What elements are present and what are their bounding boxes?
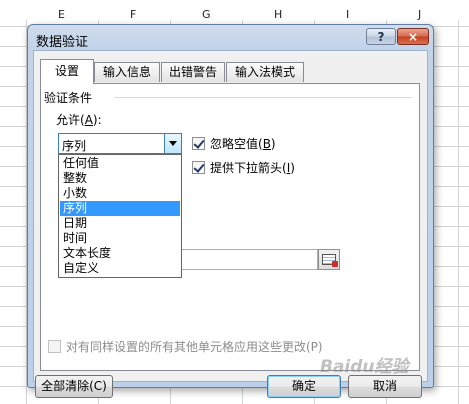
chevron-down-icon	[169, 141, 177, 146]
column-headers: E F G H I J	[0, 0, 469, 21]
close-button[interactable]: ×	[397, 28, 429, 45]
help-button[interactable]: ?	[366, 28, 396, 45]
ignore-blank-checkbox[interactable]	[192, 137, 205, 150]
allow-option-time[interactable]: 时间	[60, 231, 180, 246]
allow-option-text-length[interactable]: 文本长度	[60, 246, 180, 261]
tab-settings[interactable]: 设置	[40, 59, 94, 84]
allow-combobox[interactable]: 序列	[58, 133, 182, 154]
allow-label: 允许(A):	[56, 113, 102, 127]
allow-option-decimal[interactable]: 小数	[60, 186, 180, 201]
group-divider	[114, 97, 412, 98]
allow-dropdown-list: 任何值 整数 小数 序列 日期 时间 文本长度 自定义	[58, 154, 182, 278]
column-header-j[interactable]: J	[418, 8, 421, 21]
range-select-button[interactable]	[318, 249, 340, 270]
column-header-h[interactable]: H	[274, 8, 282, 21]
validation-criteria-label: 验证条件	[44, 91, 93, 105]
ok-button[interactable]: 确定	[267, 375, 341, 398]
dialog-client-area: 设置 输入信息 出错警告 输入法模式 验证条件 允许(A): 序列 任何值 整数…	[33, 50, 428, 398]
close-icon: ×	[407, 30, 419, 44]
clear-all-button[interactable]: 全部清除(C)	[35, 375, 113, 398]
dialog-title: 数据验证	[36, 35, 89, 50]
apply-all-label: 对有同样设置的所有其他单元格应用这些更改(P)	[66, 340, 323, 354]
tab-input-message[interactable]: 输入信息	[94, 62, 160, 82]
data-validation-dialog: 数据验证 ? × 设置 输入信息 出错警告 输入法模式 验证条件 允许(A): …	[27, 24, 434, 398]
in-cell-dropdown-checkbox[interactable]	[192, 161, 205, 174]
combobox-dropdown-button[interactable]	[164, 134, 181, 153]
allow-option-date[interactable]: 日期	[60, 216, 180, 231]
cancel-button[interactable]: 取消	[348, 375, 422, 398]
column-header-g[interactable]: G	[202, 8, 211, 21]
allow-combobox-value: 序列	[62, 139, 87, 153]
column-header-i[interactable]: I	[346, 8, 349, 21]
allow-option-list[interactable]: 序列	[60, 201, 180, 216]
allow-option-any-value[interactable]: 任何值	[60, 156, 180, 171]
column-header-f[interactable]: F	[130, 8, 136, 21]
source-input[interactable]	[182, 249, 318, 270]
ignore-blank-label: 忽略空值(B)	[210, 137, 276, 151]
tab-ime-mode[interactable]: 输入法模式	[226, 62, 304, 82]
help-icon: ?	[377, 30, 385, 44]
tab-error-alert[interactable]: 出错警告	[161, 62, 225, 82]
allow-option-whole-number[interactable]: 整数	[60, 171, 180, 186]
column-header-e[interactable]: E	[58, 8, 65, 21]
allow-option-custom[interactable]: 自定义	[60, 261, 180, 276]
in-cell-dropdown-label: 提供下拉箭头(I)	[210, 161, 295, 175]
range-select-icon	[322, 254, 338, 267]
baidu-watermark: Baidu经验	[320, 357, 409, 377]
apply-all-checkbox[interactable]	[48, 340, 61, 353]
